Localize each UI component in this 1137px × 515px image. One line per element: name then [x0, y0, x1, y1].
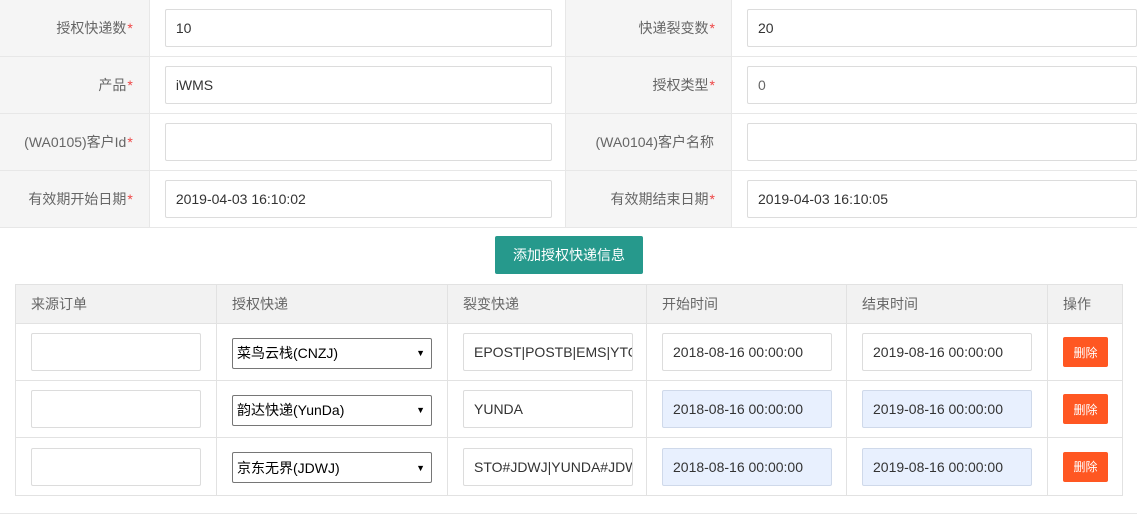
add-auth-express-button[interactable]: 添加授权快递信息 [495, 236, 643, 274]
label-text: 授权类型 [652, 77, 709, 93]
header-action: 操作 [1063, 296, 1091, 312]
valid-end-date-input[interactable]: 2019-04-03 16:10:05 [747, 180, 1137, 218]
source-order-input[interactable] [31, 390, 201, 428]
form-row: 授权快递数 * 10 快递裂变数 * 20 [0, 0, 1137, 57]
required-mark: * [709, 20, 715, 36]
auth-express-select[interactable]: 菜鸟云栈(CNZJ) ▼ [232, 337, 432, 369]
label-text: 有效期开始日期 [28, 191, 127, 207]
label-text: 产品 [98, 77, 127, 93]
form-row: 产品 * iWMS 授权类型 * 0 [0, 57, 1137, 114]
start-time-input[interactable]: 2018-08-16 00:00:00 [662, 447, 832, 486]
start-time-input[interactable]: 2018-08-16 00:00:00 [662, 390, 832, 428]
caret-down-icon: ▼ [416, 462, 425, 473]
select-value: 韵达快递(YunDa) [237, 402, 345, 418]
split-count-label: 快递裂变数 * [566, 0, 732, 56]
required-mark: * [709, 191, 715, 207]
label-text: 快递裂变数 [638, 20, 709, 36]
end-time-input[interactable]: 2019-08-16 00:00:00 [862, 333, 1032, 371]
start-time-input[interactable]: 2018-08-16 00:00:00 [662, 333, 832, 371]
required-mark: * [709, 77, 715, 93]
table-header: 来源订单 授权快递 裂变快递 开始时间 结束时间 操作 [16, 285, 1122, 324]
end-time-input[interactable]: 2019-08-16 00:00:00 [862, 390, 1032, 428]
form-row: (WA0105)客户Id * (WA0104)客户名称 [0, 114, 1137, 171]
express-table: 来源订单 授权快递 裂变快递 开始时间 结束时间 操作 菜鸟云栈(CNZJ) ▼ … [15, 284, 1123, 496]
table-row: 京东无界(JDWJ) ▼ STO#JDWJ|YUNDA#JDWJ 2018-08-… [16, 438, 1122, 495]
header-source-order: 来源订单 [16, 285, 217, 323]
valid-end-date-label: 有效期结束日期 * [566, 171, 732, 227]
product-input[interactable]: iWMS [164, 66, 552, 104]
header-auth-express: 授权快递 [217, 285, 448, 323]
split-express-input[interactable]: STO#JDWJ|YUNDA#JDWJ [463, 447, 633, 486]
required-mark: * [127, 20, 133, 36]
valid-start-date-label: 有效期开始日期 * [0, 171, 150, 227]
required-mark: * [127, 134, 133, 150]
delete-button[interactable]: 删除 [1063, 451, 1108, 482]
split-express-input[interactable]: EPOST|POSTB|EMS|YTO [463, 333, 633, 371]
divider [0, 513, 1137, 514]
required-mark: * [127, 77, 133, 93]
header-split-express: 裂变快递 [448, 285, 647, 323]
label-text: (WA0105)客户Id [24, 134, 127, 150]
header-start-time: 开始时间 [647, 285, 847, 323]
table-row: 菜鸟云栈(CNZJ) ▼ EPOST|POSTB|EMS|YTO 2018-08-… [16, 324, 1122, 381]
label-text: 授权快递数 [56, 20, 127, 36]
customer-name-label: (WA0104)客户名称 [566, 114, 732, 170]
split-count-input[interactable]: 20 [747, 9, 1137, 47]
auth-express-select[interactable]: 韵达快递(YunDa) ▼ [232, 394, 432, 426]
source-order-input[interactable] [31, 447, 201, 486]
caret-down-icon: ▼ [416, 405, 425, 415]
auth-type-input[interactable]: 0 [747, 66, 1137, 104]
auth-type-label: 授权类型 * [566, 57, 732, 113]
delete-button[interactable]: 删除 [1063, 394, 1108, 424]
form-row: 有效期开始日期 * 2019-04-03 16:10:02 有效期结束日期 * 20… [0, 171, 1137, 228]
customer-id-input[interactable] [164, 123, 552, 161]
select-value: 菜鸟云栈(CNZJ) [237, 345, 339, 361]
customer-name-input[interactable] [747, 123, 1137, 161]
delete-button[interactable]: 删除 [1063, 337, 1108, 367]
valid-start-date-input[interactable]: 2019-04-03 16:10:02 [164, 180, 552, 218]
required-mark: * [127, 191, 133, 207]
source-order-input[interactable] [31, 333, 201, 371]
auth-express-count-label: 授权快递数 * [0, 0, 150, 56]
label-text: 有效期结束日期 [610, 191, 709, 207]
select-value: 京东无界(JDWJ) [237, 459, 340, 476]
end-time-input[interactable]: 2019-08-16 00:00:00 [862, 447, 1032, 486]
customer-id-label: (WA0105)客户Id * [0, 114, 150, 170]
license-form: 授权快递数 * 10 快递裂变数 * 20 产品 * iWMS 授权类型 * 0 (WA… [0, 0, 1137, 228]
product-label: 产品 * [0, 57, 150, 113]
table-row: 韵达快递(YunDa) ▼ YUNDA 2018-08-16 00:00:00 2… [16, 381, 1122, 438]
auth-express-select[interactable]: 京东无界(JDWJ) ▼ [232, 452, 432, 483]
caret-down-icon: ▼ [416, 348, 425, 358]
auth-express-count-input[interactable]: 10 [164, 9, 552, 47]
header-end-time: 结束时间 [847, 285, 1048, 323]
label-text: (WA0104)客户名称 [595, 134, 714, 150]
split-express-input[interactable]: YUNDA [463, 390, 633, 428]
